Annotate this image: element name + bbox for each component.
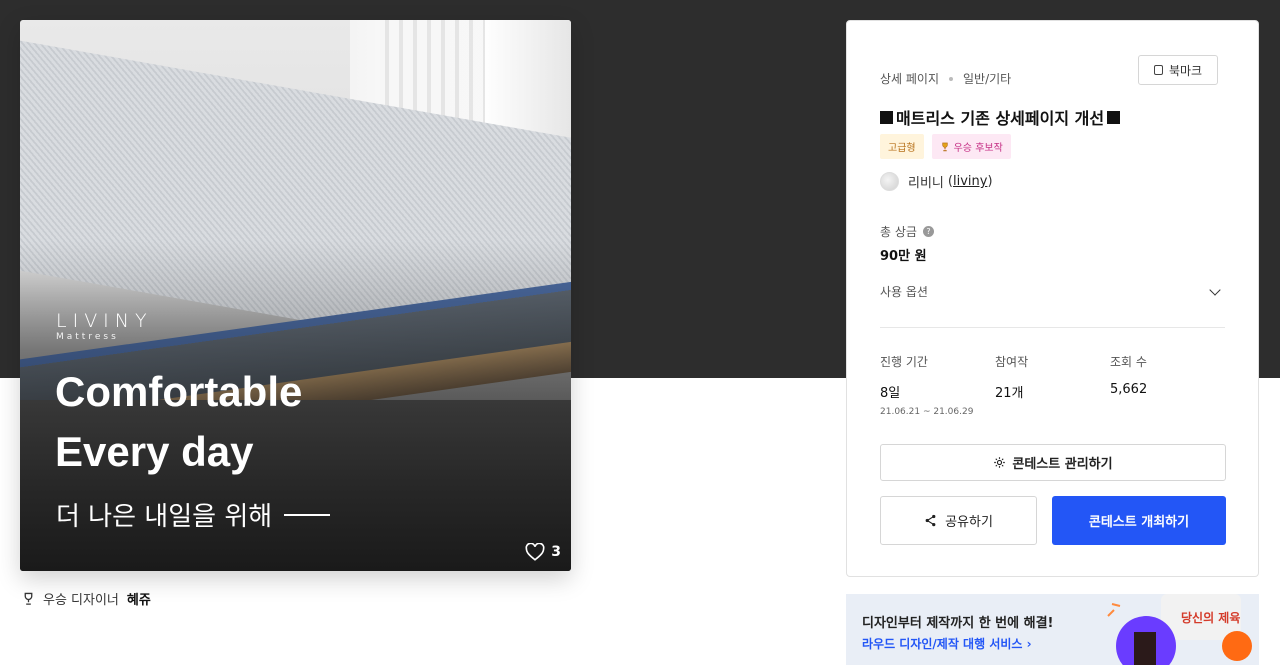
headline-line-2: Every day	[55, 428, 254, 475]
brand-name: LIVINY	[56, 310, 153, 332]
heart-icon	[525, 543, 545, 561]
bookmark-label: 북마크	[1168, 63, 1203, 78]
contest-stats: 진행 기간 8일 21.06.21 ~ 21.06.29 참여작 21개 조회 …	[880, 353, 1225, 417]
tagline-dash	[284, 513, 331, 516]
ad-illustration: 당신의 제육	[1107, 594, 1252, 665]
candidate-badge: 우승 후보작	[931, 134, 1011, 159]
contest-owner[interactable]: 리비니 (liviny)	[880, 172, 993, 191]
contest-title-text: 매트리스 기존 상세페이지 개선	[896, 109, 1105, 128]
stat-value: 21개	[995, 386, 1024, 401]
owner-name: 리비니	[908, 176, 944, 191]
ad-banner[interactable]: 디자인부터 제작까지 한 번에 해결! 라우드 디자인/제작 대행 서비스 › …	[846, 594, 1259, 665]
stat-label: 참여작	[995, 355, 1029, 369]
stat-entries: 참여작 21개	[995, 353, 1110, 417]
prize-label: 총 상금 ?	[880, 223, 934, 240]
stat-value: 5,662	[1110, 382, 1148, 397]
gear-icon	[994, 457, 1006, 468]
ad-link-text: 라우드 디자인/제작 대행 서비스	[862, 637, 1023, 651]
avatar	[880, 172, 899, 191]
breadcrumb: 상세 페이지 일반/기타	[880, 70, 1011, 87]
chevron-down-icon	[1209, 283, 1221, 296]
share-icon	[925, 514, 936, 527]
ad-link[interactable]: 라우드 디자인/제작 대행 서비스 ›	[862, 635, 1032, 652]
owner-id-link[interactable]: liviny	[953, 174, 987, 189]
manage-contest-button[interactable]: 콘테스트 관리하기	[880, 444, 1226, 481]
winner-name[interactable]: 혜쥬	[127, 589, 151, 608]
bookmark-icon	[1153, 65, 1163, 75]
stat-value: 8일	[880, 386, 901, 401]
trophy-icon	[24, 592, 33, 605]
help-icon[interactable]: ?	[922, 226, 934, 237]
manage-contest-label: 콘테스트 관리하기	[1012, 457, 1113, 472]
stat-period: 진행 기간 8일 21.06.21 ~ 21.06.29	[880, 353, 995, 417]
breadcrumb-category[interactable]: 상세 페이지	[880, 70, 939, 87]
share-label: 공유하기	[945, 515, 993, 530]
contest-badges: 고급형 우승 후보작	[880, 134, 1011, 159]
svg-text:당신의 제육: 당신의 제육	[1181, 610, 1240, 625]
hero-headline: Comfortable Every day	[55, 362, 302, 482]
premium-badge: 고급형	[880, 134, 924, 159]
prize-label-text: 총 상금	[880, 225, 917, 239]
usage-option-label: 사용 옵션	[880, 285, 928, 299]
prize-value: 90만 원	[880, 249, 927, 264]
share-button[interactable]: 공유하기	[880, 496, 1037, 545]
bookmark-button[interactable]: 북마크	[1138, 55, 1218, 85]
title-square-icon	[1107, 110, 1121, 124]
breadcrumb-separator	[949, 76, 954, 81]
trophy-icon	[941, 142, 948, 151]
host-contest-label: 콘테스트 개최하기	[1088, 515, 1190, 530]
stat-period-dates: 21.06.21 ~ 21.06.29	[880, 407, 974, 417]
contest-info-panel: 상세 페이지 일반/기타 북마크 매트리스 기존 상세페이지 개선 고급형 우승…	[846, 20, 1259, 577]
hero-tagline: 더 나은 내일을 위해	[56, 496, 331, 533]
stat-views: 조회 수 5,662	[1110, 353, 1225, 417]
host-contest-button[interactable]: 콘테스트 개최하기	[1052, 496, 1226, 545]
contest-title: 매트리스 기존 상세페이지 개선	[880, 105, 1121, 129]
stat-label: 조회 수	[1110, 355, 1147, 369]
contest-main-image[interactable]: LIVINY Mattress Comfortable Every day 더 …	[20, 20, 571, 571]
winner-label: 우승 디자이너	[43, 593, 119, 608]
tagline-text: 더 나은 내일을 위해	[56, 502, 273, 532]
stat-label: 진행 기간	[880, 355, 928, 369]
like-button[interactable]: 3	[525, 543, 561, 561]
brand-sub: Mattress	[56, 332, 119, 342]
like-count: 3	[551, 544, 561, 560]
title-square-icon	[880, 110, 893, 124]
chevron-right-icon: ›	[1026, 637, 1032, 651]
brand-logo: LIVINY Mattress	[56, 310, 153, 342]
winner-designer: 우승 디자이너 혜쥬	[22, 589, 151, 608]
headline-line-1: Comfortable	[55, 368, 303, 415]
usage-option-toggle[interactable]: 사용 옵션	[880, 283, 1225, 300]
image-shade	[20, 20, 571, 571]
divider	[880, 327, 1225, 328]
ad-title: 디자인부터 제작까지 한 번에 해결!	[862, 616, 1054, 631]
candidate-badge-label: 우승 후보작	[953, 143, 1003, 154]
breadcrumb-subcategory[interactable]: 일반/기타	[963, 70, 1011, 87]
